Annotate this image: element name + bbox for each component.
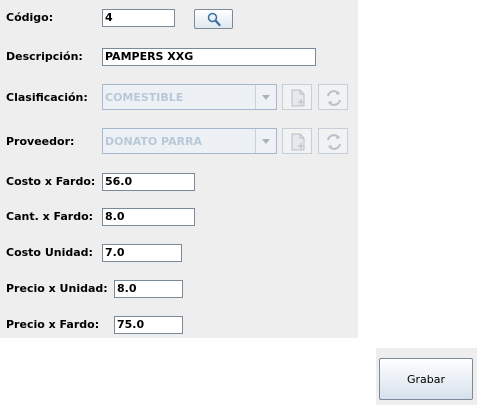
proveedor-selected-value: DONATO PARRA	[105, 135, 203, 148]
proveedor-refresh-button[interactable]	[318, 128, 348, 154]
clasificacion-new-button[interactable]	[282, 84, 312, 110]
proveedor-label: Proveedor:	[6, 135, 75, 148]
precio-fardo-field[interactable]: 75.0	[114, 316, 183, 334]
precio-fardo-label: Precio x Fardo:	[6, 318, 100, 331]
search-button[interactable]	[194, 9, 233, 29]
clasificacion-refresh-button[interactable]	[318, 84, 348, 110]
search-icon	[207, 12, 221, 27]
codigo-field[interactable]: 4	[102, 9, 175, 27]
proveedor-select[interactable]: DONATO PARRA	[102, 128, 277, 154]
costo-unidad-label: Costo Unidad:	[6, 246, 93, 259]
chevron-down-icon	[262, 95, 270, 100]
bottom-panel	[0, 348, 376, 405]
clasificacion-label: Clasificación:	[6, 91, 88, 104]
clasificacion-selected-value: COMESTIBLE	[105, 91, 184, 104]
clasificacion-dropdown-arrow[interactable]	[255, 85, 276, 109]
clasificacion-select[interactable]: COMESTIBLE	[102, 84, 277, 110]
proveedor-dropdown-arrow[interactable]	[255, 129, 276, 153]
cant-fardo-label: Cant. x Fardo:	[6, 210, 94, 223]
new-document-icon	[291, 133, 305, 151]
cant-fardo-field[interactable]: 8.0	[102, 208, 195, 226]
refresh-icon	[327, 134, 341, 150]
descripcion-field[interactable]: PAMPERS XXG	[102, 48, 316, 66]
costo-fardo-label: Costo x Fardo:	[6, 175, 96, 188]
precio-unidad-label: Precio x Unidad:	[6, 282, 108, 295]
codigo-label: Código:	[6, 11, 54, 24]
precio-unidad-field[interactable]: 8.0	[114, 280, 183, 298]
grabar-button[interactable]: Grabar	[379, 358, 473, 400]
costo-fardo-field[interactable]: 56.0	[102, 173, 195, 191]
refresh-icon	[327, 90, 341, 106]
costo-unidad-field[interactable]: 7.0	[102, 244, 182, 262]
new-document-icon	[291, 89, 305, 107]
proveedor-new-button[interactable]	[282, 128, 312, 154]
chevron-down-icon	[262, 139, 270, 144]
descripcion-label: Descripción:	[6, 50, 83, 63]
